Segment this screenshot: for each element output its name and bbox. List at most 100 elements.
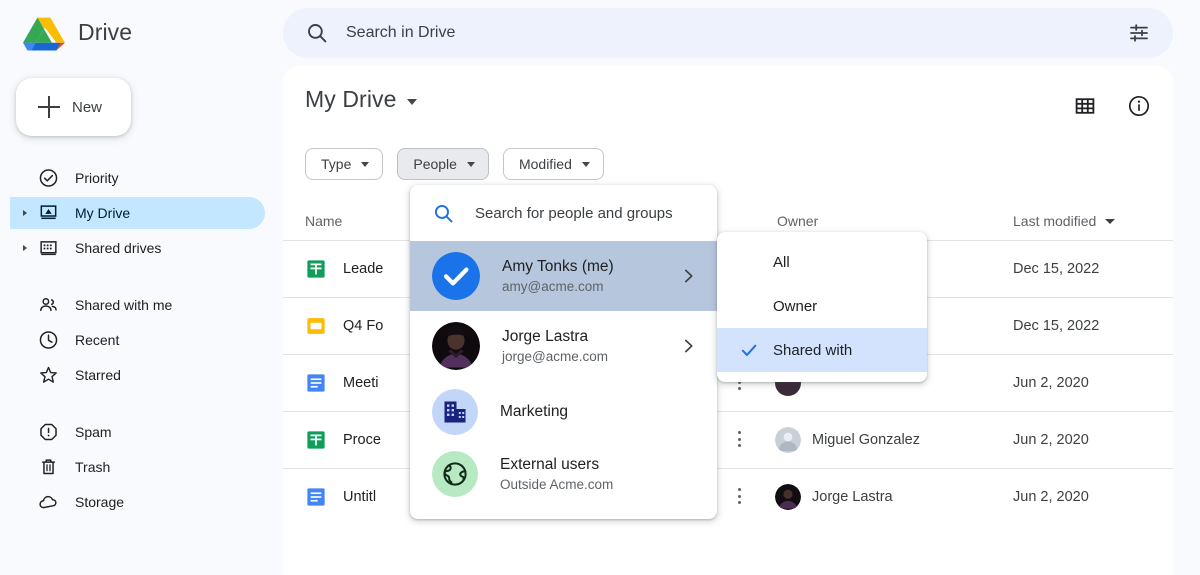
chevron-right-icon[interactable] (679, 337, 697, 355)
nav-divider-gap (0, 265, 283, 287)
my-drive-icon (38, 202, 59, 223)
people-item-name: Jorge Lastra (502, 327, 608, 347)
file-owner: Miguel Gonzalez (775, 427, 920, 453)
sidebar-item-my-drive[interactable]: My Drive (10, 197, 265, 229)
people-item-sub: Outside Acme.com (500, 475, 613, 494)
filter-chip-type[interactable]: Type (305, 148, 383, 180)
spam-icon (38, 421, 59, 442)
chevron-down-icon (582, 162, 590, 167)
filter-chips: Type People Modified (305, 148, 604, 180)
filter-chip-modified[interactable]: Modified (503, 148, 604, 180)
people-icon (38, 294, 59, 315)
sidebar-item-starred[interactable]: Starred (10, 359, 265, 391)
avatar (775, 484, 801, 510)
file-name: Leade (343, 261, 383, 277)
brand-name: Drive (78, 19, 132, 46)
file-owner: Jorge Lastra (775, 484, 893, 510)
chevron-right-icon[interactable] (679, 267, 697, 285)
file-modified: Jun 2, 2020 (1013, 432, 1089, 448)
sidebar-item-label: Spam (75, 424, 112, 440)
chip-label: People (413, 156, 457, 172)
star-icon (38, 364, 59, 385)
file-modified: Jun 2, 2020 (1013, 489, 1089, 505)
sidebar-item-spam[interactable]: Spam (10, 416, 265, 448)
column-header-owner[interactable]: Owner (777, 213, 818, 229)
people-item-email: jorge@acme.com (502, 347, 608, 366)
file-owner-name: Jorge Lastra (812, 489, 893, 505)
sidebar-item-trash[interactable]: Trash (10, 451, 265, 483)
people-item-email: amy@acme.com (502, 277, 614, 296)
sort-descending-icon (1105, 219, 1115, 224)
search-bar[interactable]: Search in Drive (283, 8, 1173, 58)
sidebar-nav: Priority My Drive (0, 160, 283, 519)
row-overflow-icon[interactable] (738, 431, 742, 449)
people-item-external-users[interactable]: External users Outside Acme.com (410, 443, 717, 505)
brand[interactable]: Drive (22, 12, 132, 52)
chevron-down-icon (361, 162, 369, 167)
header-actions (1073, 94, 1151, 118)
nav-divider-gap-2 (0, 392, 283, 414)
page-title[interactable]: My Drive (305, 86, 417, 113)
people-scope-submenu: All Owner Shared with (717, 232, 927, 382)
sidebar-item-label: Priority (75, 170, 119, 186)
filter-options-icon[interactable] (1127, 21, 1151, 45)
grid-view-icon[interactable] (1073, 94, 1097, 118)
column-header-name[interactable]: Name (305, 213, 342, 229)
people-item-jorge-lastra[interactable]: Jorge Lastra jorge@acme.com (410, 311, 717, 381)
submenu-item-label: Owner (773, 298, 817, 315)
people-item-marketing[interactable]: Marketing (410, 381, 717, 443)
file-owner-name: Miguel Gonzalez (812, 432, 920, 448)
sidebar-item-label: My Drive (75, 205, 130, 221)
file-name: Untitl (343, 489, 376, 505)
column-header-last-modified-label: Last modified (1013, 213, 1096, 229)
people-item-text: Jorge Lastra jorge@acme.com (502, 327, 608, 366)
page-title-text: My Drive (305, 86, 397, 113)
sidebar-item-priority[interactable]: Priority (10, 162, 265, 194)
sidebar-item-label: Starred (75, 367, 121, 383)
trash-icon (38, 456, 59, 477)
new-button-label: New (72, 99, 102, 116)
people-item-text: External users Outside Acme.com (500, 455, 613, 494)
check-circle-icon (38, 167, 59, 188)
sidebar-item-label: Trash (75, 459, 110, 475)
new-button[interactable]: New (16, 78, 131, 136)
info-icon[interactable] (1127, 94, 1151, 118)
people-item-name: External users (500, 455, 613, 475)
search-icon (305, 21, 329, 45)
avatar-building (432, 389, 478, 435)
shared-drives-icon (38, 237, 59, 258)
avatar-check (432, 252, 480, 300)
sidebar-item-storage[interactable]: Storage (10, 486, 265, 518)
column-header-last-modified[interactable]: Last modified (1013, 213, 1115, 229)
people-item-text: Amy Tonks (me) amy@acme.com (502, 257, 614, 296)
submenu-item-all[interactable]: All (717, 240, 927, 284)
sidebar-item-shared-drives[interactable]: Shared drives (10, 232, 265, 264)
google-sheets-icon (305, 258, 327, 280)
row-overflow-icon[interactable] (738, 488, 742, 506)
chip-label: Modified (519, 156, 572, 172)
submenu-item-owner[interactable]: Owner (717, 284, 927, 328)
file-modified: Jun 2, 2020 (1013, 375, 1089, 391)
google-sheets-icon (305, 429, 327, 451)
google-drive-logo (22, 12, 66, 52)
submenu-item-label: All (773, 254, 790, 271)
chevron-right-icon[interactable] (23, 245, 27, 251)
people-search-input[interactable]: Search for people and groups (410, 185, 717, 241)
submenu-item-shared-with[interactable]: Shared with (717, 328, 927, 372)
file-name: Meeti (343, 375, 378, 391)
chevron-down-icon (467, 162, 475, 167)
sidebar-item-recent[interactable]: Recent (10, 324, 265, 356)
chevron-right-icon[interactable] (23, 210, 27, 216)
search-input[interactable]: Search in Drive (346, 24, 1127, 42)
drive-app: Drive New Priority (0, 0, 1200, 575)
filter-chip-people[interactable]: People (397, 148, 489, 180)
sidebar-item-shared-with-me[interactable]: Shared with me (10, 289, 265, 321)
people-item-name: Marketing (500, 402, 568, 422)
chevron-down-icon[interactable] (407, 99, 417, 105)
file-modified: Dec 15, 2022 (1013, 261, 1099, 277)
file-name: Proce (343, 432, 381, 448)
people-item-amy-tonks[interactable]: Amy Tonks (me) amy@acme.com (410, 241, 717, 311)
file-modified: Dec 15, 2022 (1013, 318, 1099, 334)
avatar-globe (432, 451, 478, 497)
people-filter-dropdown: Search for people and groups Amy Tonks (… (410, 185, 717, 519)
